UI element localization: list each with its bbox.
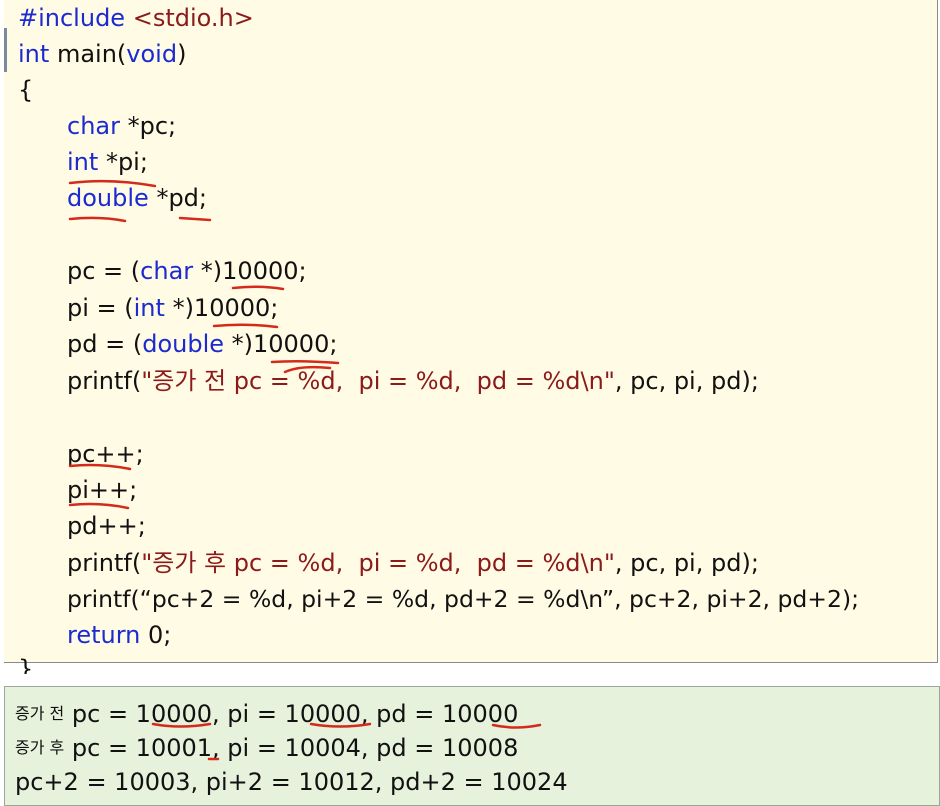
code-line-printf-before: printf("증가 전 pc = %d, pi = %d, pd = %d\n… <box>67 366 759 396</box>
code-line-decl-double: double *pd; <box>67 183 207 213</box>
output-line-2-values: pc = 10001, pi = 10004, pd = 10008 <box>64 734 519 762</box>
code-line-close-brace: } <box>18 655 34 674</box>
assign-pi-type: int <box>133 294 165 322</box>
output-line-1-values: pc = 10000, pi = 10000, pd = 10000 <box>64 700 519 728</box>
printf-after-format: "증가 후 pc = %d, pi = %d, pd = %d\n" <box>141 549 615 577</box>
code-line-inc-pc: pc++; <box>67 440 144 468</box>
code-panel: #include <stdio.h> int main(void) { char… <box>4 0 938 663</box>
printf-before-args: , pc, pi, pd); <box>614 367 759 395</box>
main-paren-open: ( <box>116 40 127 68</box>
code-line-return: return 0; <box>67 620 171 650</box>
assign-pc-type: char <box>140 257 194 285</box>
type-double: double <box>67 184 149 212</box>
code-line-decl-char: char *pc; <box>67 111 176 141</box>
output-line-1-prefix: 증가 전 <box>15 704 65 723</box>
assign-pi-lhs: pi = ( <box>67 294 134 322</box>
assign-pi-rhs: *)10000; <box>164 294 279 322</box>
type-char: char <box>67 112 120 140</box>
printf-after-args: , pc, pi, pd); <box>614 549 759 577</box>
output-panel: 증가 전 pc = 10000, pi = 10000, pd = 10000 … <box>4 686 940 806</box>
output-line-2-prefix: 증가 후 <box>15 738 65 757</box>
main-return-type: int <box>18 40 50 68</box>
code-line-printf-after: printf("증가 후 pc = %d, pi = %d, pd = %d\n… <box>67 548 759 578</box>
code-line-main: int main(void) <box>18 39 186 69</box>
code-line-include: #include <stdio.h> <box>18 3 254 33</box>
printf-before-format: "증가 전 pc = %d, pi = %d, pd = %d\n" <box>141 367 615 395</box>
code-line-assign-pc: pc = (char *)10000; <box>67 256 307 286</box>
code-line-assign-pi: pi = (int *)10000; <box>67 293 278 323</box>
code-line-open-brace: { <box>18 76 34 104</box>
return-value: 0; <box>140 621 172 649</box>
assign-pd-lhs: pd = ( <box>67 330 143 358</box>
output-line-2: 증가 후 pc = 10001, pi = 10004, pd = 10008 <box>15 733 518 763</box>
main-name: main <box>56 40 117 68</box>
printf-after-call: printf( <box>67 549 142 577</box>
type-int: int <box>67 148 99 176</box>
assign-pd-type: double <box>142 330 224 358</box>
include-directive: #include <box>18 4 126 32</box>
return-keyword: return <box>67 621 141 649</box>
var-pi: *pi; <box>105 148 148 176</box>
assign-pc-rhs: *)10000; <box>193 257 307 285</box>
code-line-assign-pd: pd = (double *)10000; <box>67 329 337 359</box>
var-pc: *pc; <box>127 112 177 140</box>
code-line-decl-int: int *pi; <box>67 147 148 177</box>
main-param: void <box>126 40 178 68</box>
assign-pd-rhs: *)10000; <box>224 330 338 358</box>
assign-pc-lhs: pc = ( <box>67 257 141 285</box>
output-line-3: pc+2 = 10003, pi+2 = 10012, pd+2 = 10024 <box>15 768 568 796</box>
printf-before-call: printf( <box>67 367 142 395</box>
main-paren-close: ) <box>177 40 187 68</box>
code-line-inc-pi: pi++; <box>67 476 138 504</box>
window-edge-marker <box>4 28 7 72</box>
include-header: <stdio.h> <box>132 4 254 32</box>
output-line-1: 증가 전 pc = 10000, pi = 10000, pd = 10000 <box>15 699 518 729</box>
code-line-printf-plus2: printf(“pc+2 = %d, pi+2 = %d, pd+2 = %d\… <box>67 585 860 613</box>
var-pd: *pd; <box>156 184 207 212</box>
code-line-inc-pd: pd++; <box>67 512 146 540</box>
